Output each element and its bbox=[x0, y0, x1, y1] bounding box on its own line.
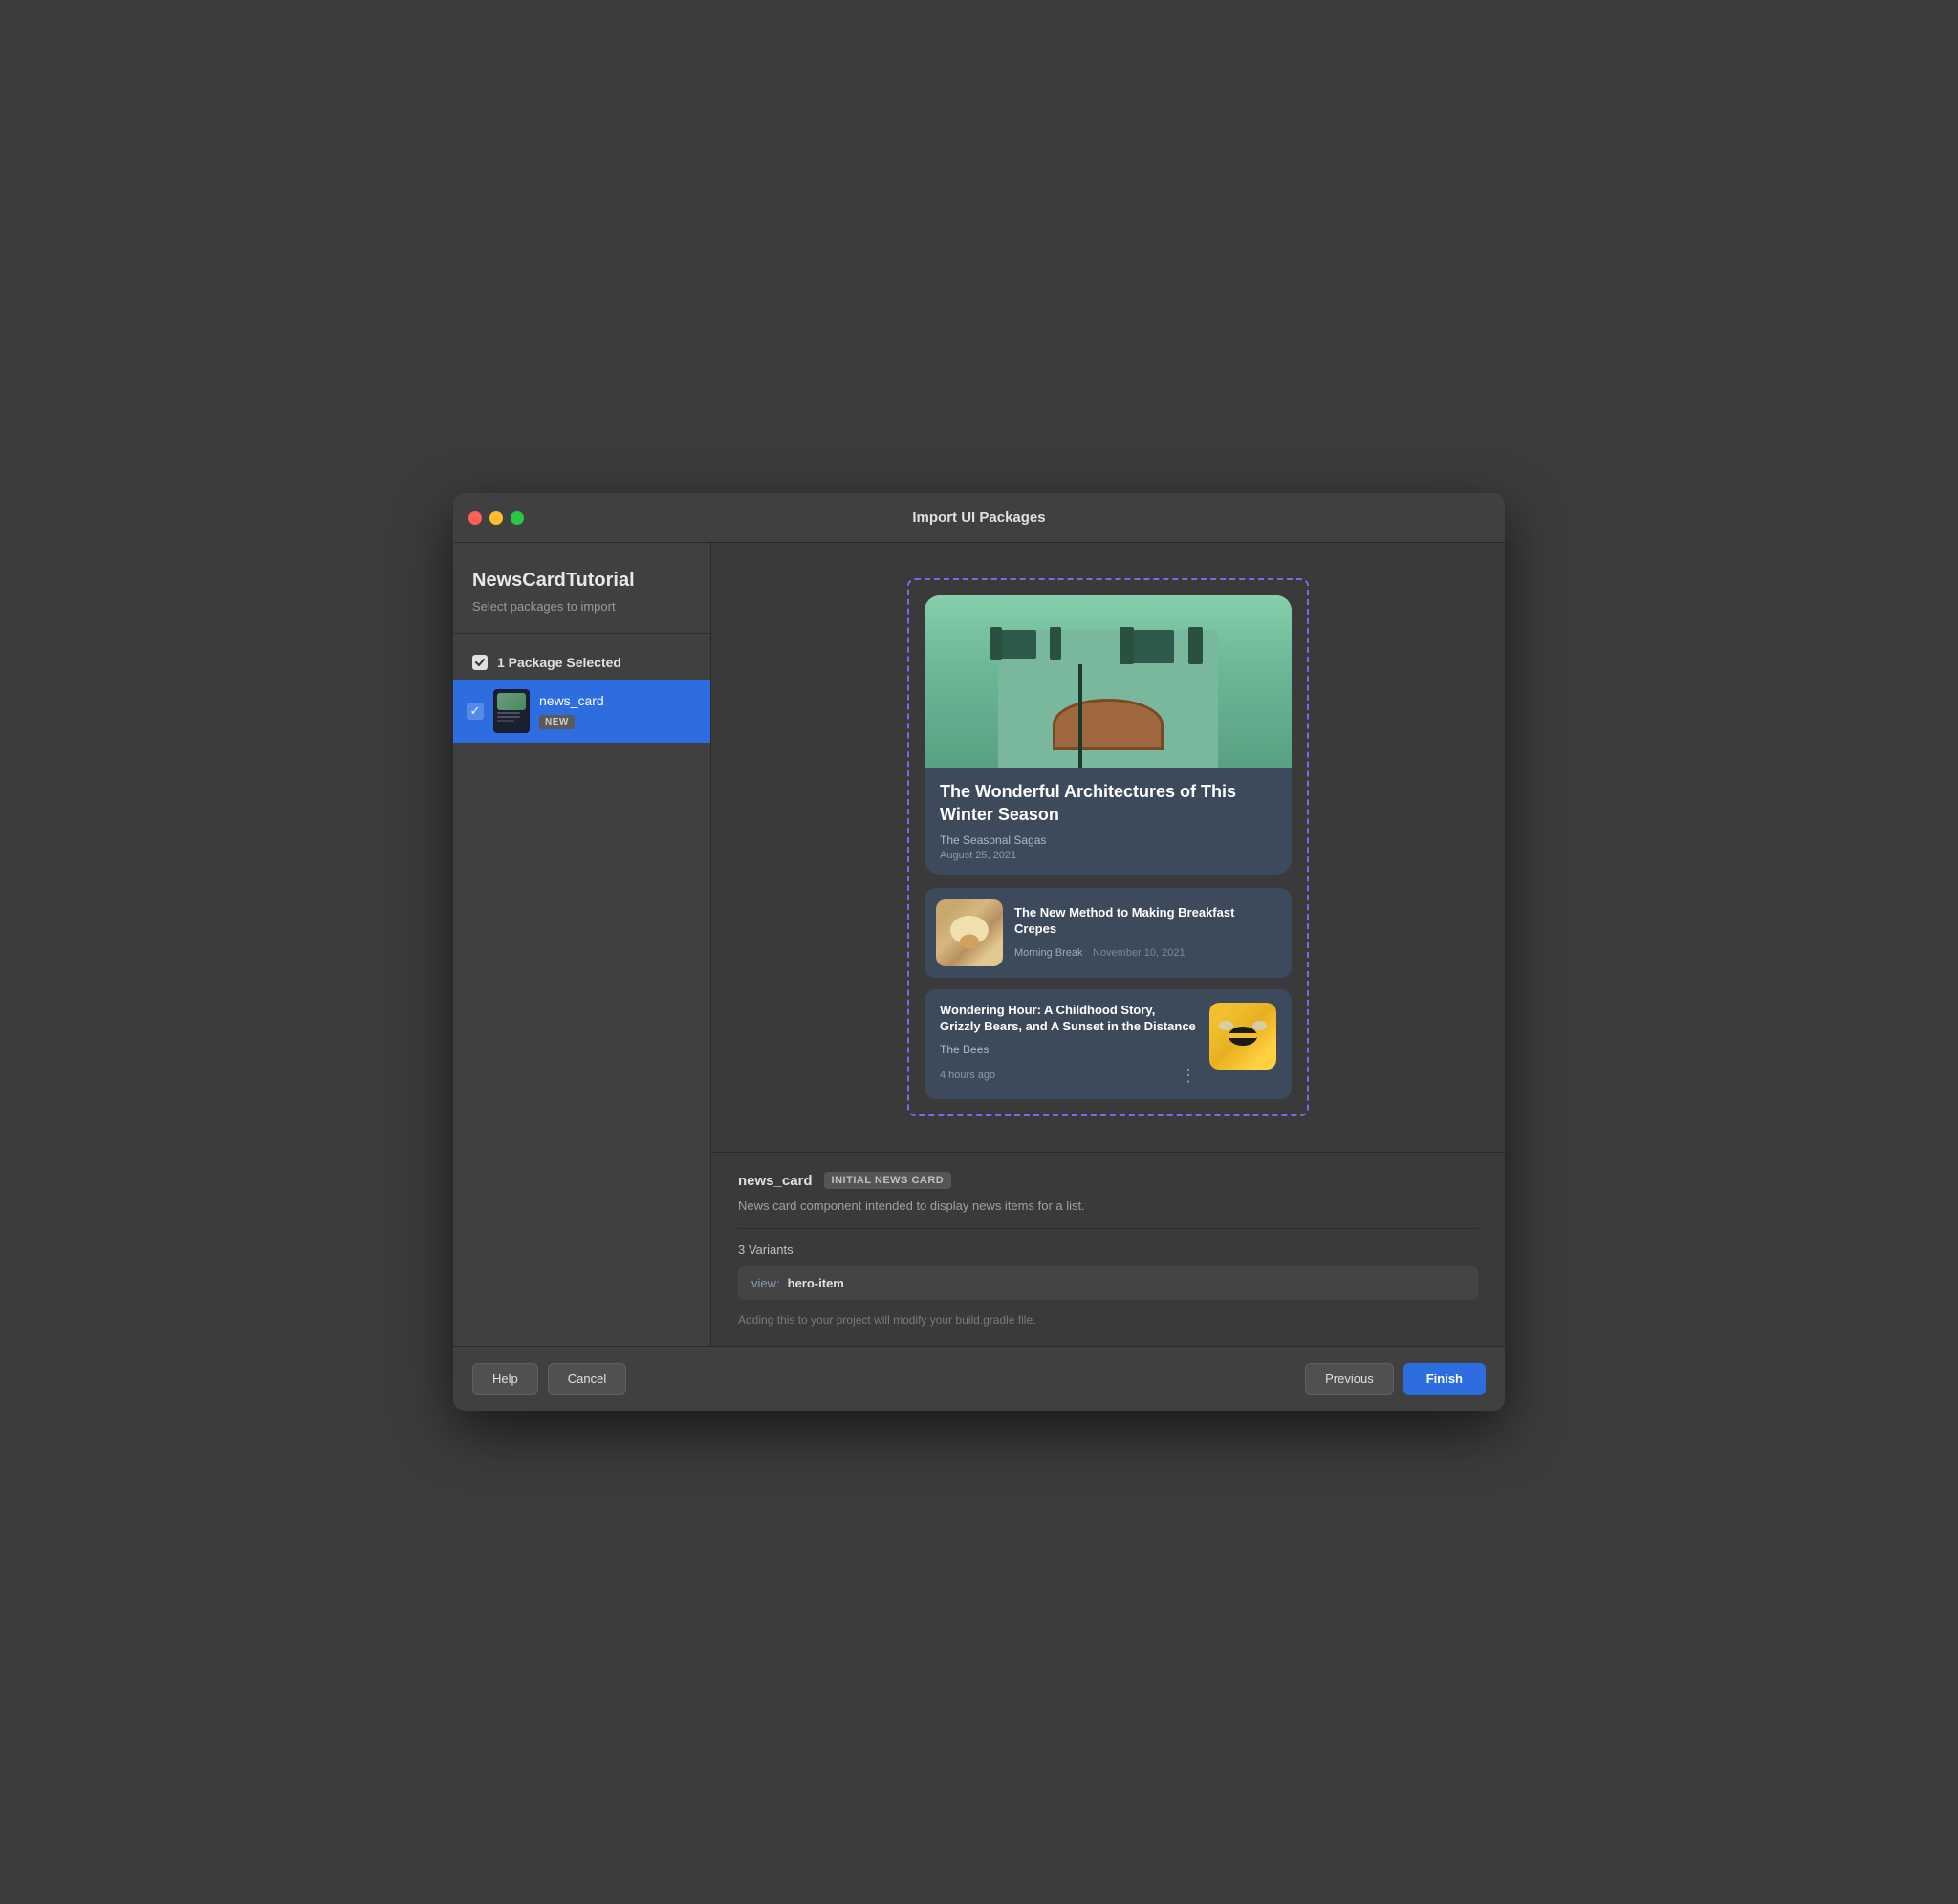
hero-title: The Wonderful Architectures of This Wint… bbox=[940, 781, 1276, 826]
window-element bbox=[1126, 630, 1174, 663]
info-variant-value: hero-item bbox=[788, 1276, 844, 1290]
sidebar-item-news-card[interactable]: ✓ news_card NEW bbox=[453, 680, 710, 743]
card-source-right: The Bees bbox=[940, 1043, 1198, 1056]
card-thumb-food bbox=[936, 899, 1003, 966]
card-text-horizontal: The New Method to Making Breakfast Crepe… bbox=[1014, 905, 1280, 961]
card-text-left: Wondering Hour: A Childhood Story, Grizz… bbox=[940, 1003, 1198, 1086]
shutter-left bbox=[1120, 627, 1134, 664]
bee-body bbox=[1229, 1027, 1257, 1046]
hero-content: The Wonderful Architectures of This Wint… bbox=[925, 768, 1292, 875]
item-checkbox: ✓ bbox=[467, 703, 484, 720]
titlebar-buttons bbox=[468, 511, 524, 525]
info-variant-box: view: hero-item bbox=[738, 1266, 1478, 1300]
previous-button[interactable]: Previous bbox=[1305, 1363, 1394, 1395]
info-note: Adding this to your project will modify … bbox=[738, 1313, 1478, 1327]
info-variant-label: view: bbox=[751, 1276, 780, 1290]
sidebar-subtitle: Select packages to import bbox=[453, 599, 710, 633]
shutter-right bbox=[1188, 627, 1203, 664]
card-date-horizontal: November 10, 2021 bbox=[1093, 947, 1186, 959]
package-count-label: 1 Package Selected bbox=[497, 655, 621, 670]
card-title-right: Wondering Hour: A Childhood Story, Grizz… bbox=[940, 1003, 1198, 1035]
card-time: 4 hours ago bbox=[940, 1070, 995, 1081]
project-name: NewsCardTutorial bbox=[453, 543, 710, 599]
bee-wing-right bbox=[1252, 1021, 1267, 1030]
card-hero: The Wonderful Architectures of This Wint… bbox=[925, 595, 1292, 875]
bottom-right-actions: Previous Finish bbox=[1305, 1363, 1486, 1395]
main-window: Import UI Packages NewsCardTutorial Sele… bbox=[453, 493, 1505, 1411]
hero-date: August 25, 2021 bbox=[940, 850, 1276, 861]
info-panel: news_card INITIAL NEWS CARD News card co… bbox=[711, 1152, 1505, 1346]
item-badge: NEW bbox=[539, 715, 575, 729]
close-button[interactable] bbox=[468, 511, 482, 525]
window-element-2 bbox=[998, 630, 1036, 659]
info-variants-title: 3 Variants bbox=[738, 1243, 1478, 1257]
preview-border: The Wonderful Architectures of This Wint… bbox=[907, 578, 1309, 1116]
minimize-button[interactable] bbox=[490, 511, 503, 525]
shutter-3 bbox=[990, 627, 1002, 660]
more-options-icon[interactable]: ⋮ bbox=[1180, 1066, 1198, 1086]
package-count: 1 Package Selected bbox=[453, 645, 710, 680]
shutter-4 bbox=[1050, 627, 1061, 660]
arch bbox=[1053, 699, 1163, 750]
building-background bbox=[925, 595, 1292, 768]
card-title-horizontal: The New Method to Making Breakfast Crepe… bbox=[1014, 905, 1280, 938]
card-footer: 4 hours ago ⋮ bbox=[940, 1066, 1198, 1086]
card-horizontal: The New Method to Making Breakfast Crepe… bbox=[925, 888, 1292, 978]
cancel-button[interactable]: Cancel bbox=[548, 1363, 626, 1395]
maximize-button[interactable] bbox=[511, 511, 524, 525]
help-button[interactable]: Help bbox=[472, 1363, 538, 1395]
finish-button[interactable]: Finish bbox=[1403, 1363, 1486, 1395]
preview-container: The Wonderful Architectures of This Wint… bbox=[711, 543, 1505, 1152]
thumb-food-image bbox=[936, 899, 1003, 966]
card-source-horizontal: Morning Break bbox=[1014, 947, 1083, 959]
item-thumbnail bbox=[493, 689, 530, 733]
item-info: news_card NEW bbox=[539, 693, 697, 729]
card-thumb-bee bbox=[1209, 1003, 1276, 1070]
info-header: news_card INITIAL NEWS CARD bbox=[738, 1172, 1478, 1189]
preview-area: The Wonderful Architectures of This Wint… bbox=[711, 543, 1505, 1346]
bee-stripe bbox=[1229, 1033, 1257, 1038]
package-count-checkbox[interactable] bbox=[472, 655, 488, 670]
hero-image bbox=[925, 595, 1292, 768]
bottom-bar: Help Cancel Previous Finish bbox=[453, 1346, 1505, 1411]
bee-wing-left bbox=[1219, 1021, 1233, 1030]
main-content: NewsCardTutorial Select packages to impo… bbox=[453, 543, 1505, 1346]
hero-source: The Seasonal Sagas bbox=[940, 833, 1276, 847]
info-package-name: news_card bbox=[738, 1173, 813, 1189]
info-badge: INITIAL NEWS CARD bbox=[824, 1172, 952, 1189]
bottom-left-actions: Help Cancel bbox=[472, 1363, 626, 1395]
info-divider bbox=[738, 1228, 1478, 1229]
sidebar: NewsCardTutorial Select packages to impo… bbox=[453, 543, 711, 1346]
thumb-bee-image bbox=[1209, 1003, 1276, 1070]
lamp-post bbox=[1078, 664, 1082, 768]
sidebar-divider bbox=[453, 633, 710, 634]
info-description: News card component intended to display … bbox=[738, 1199, 1478, 1213]
item-name: news_card bbox=[539, 693, 697, 708]
titlebar: Import UI Packages bbox=[453, 493, 1505, 543]
card-text-right: Wondering Hour: A Childhood Story, Grizz… bbox=[925, 989, 1292, 1099]
window-title: Import UI Packages bbox=[912, 509, 1045, 526]
